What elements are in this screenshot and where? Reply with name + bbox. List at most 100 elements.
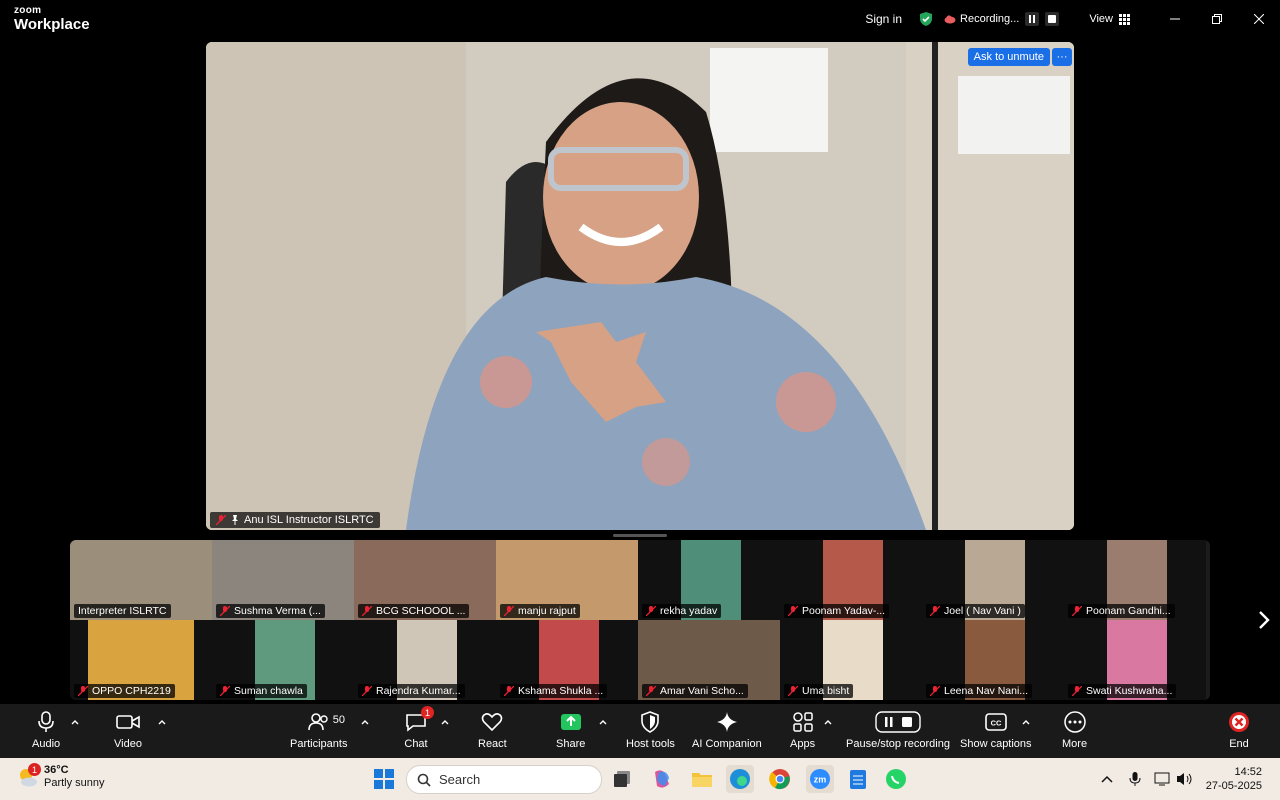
minimize-button[interactable]: [1154, 0, 1196, 38]
copilot-icon: [655, 770, 669, 788]
participants-options-chevron-icon[interactable]: [360, 718, 370, 726]
tray-volume[interactable]: [1176, 770, 1194, 788]
sign-in-link[interactable]: Sign in: [865, 12, 902, 26]
react-button[interactable]: React: [478, 710, 507, 750]
muted-mic-icon: [216, 515, 226, 525]
captions-options-chevron-icon[interactable]: [1021, 718, 1031, 726]
muted-mic-icon: [788, 606, 798, 616]
participant-tile[interactable]: Rajendra Kumar...: [354, 620, 496, 700]
tray-network[interactable]: [1154, 770, 1172, 788]
next-page-arrow-icon[interactable]: [1256, 608, 1272, 632]
share-button[interactable]: Share: [556, 710, 585, 750]
tray-microphone[interactable]: [1126, 770, 1144, 788]
participant-name: manju rajput: [500, 604, 580, 618]
video-more-options-button[interactable]: ···: [1052, 48, 1072, 66]
video-button[interactable]: Video: [114, 710, 142, 750]
participant-tile[interactable]: Swati Kushwaha...: [1064, 620, 1206, 700]
pause-recording-icon[interactable]: [1025, 12, 1040, 26]
restore-icon: [1212, 14, 1222, 24]
end-meeting-button[interactable]: End: [1227, 710, 1251, 750]
zoom-app[interactable]: zm: [806, 765, 834, 793]
participant-tile[interactable]: Uma bisht: [780, 620, 922, 700]
participant-tile[interactable]: manju rajput: [496, 540, 638, 620]
edge-icon: [730, 769, 750, 789]
close-window-button[interactable]: [1238, 0, 1280, 38]
participants-button[interactable]: 50 Participants: [290, 710, 347, 750]
chat-button[interactable]: 1 Chat: [404, 706, 434, 750]
show-hidden-icons-chevron[interactable]: [1098, 770, 1116, 788]
whatsapp-app[interactable]: [882, 765, 910, 793]
clock-date: 27-05-2025: [1205, 780, 1262, 792]
chat-badge: 1: [421, 706, 434, 719]
muted-mic-icon: [1072, 686, 1082, 696]
copilot-app[interactable]: [648, 765, 676, 793]
meeting-toolbar: Audio Video 50 Participants 1 Chat React…: [0, 704, 1280, 758]
pause-stop-recording-button[interactable]: Pause/stop recording: [846, 710, 950, 750]
participant-tile[interactable]: Leena Nav Nani...: [922, 620, 1064, 700]
participant-tile[interactable]: BCG SCHOOOL ...: [354, 540, 496, 620]
muted-mic-icon: [504, 606, 514, 616]
windows-taskbar: 1 36°C Partly sunny Search zm 14:52 27-0…: [0, 758, 1280, 800]
share-screen-icon: [560, 714, 581, 730]
participant-name: Poonam Yadav-...: [784, 604, 890, 618]
chat-options-chevron-icon[interactable]: [440, 718, 450, 726]
audio-options-chevron-icon[interactable]: [70, 718, 80, 726]
muted-mic-icon: [930, 686, 940, 696]
active-speaker-video[interactable]: Ask to unmute ··· Anu ISL Instructor ISL…: [206, 42, 1074, 530]
participant-name-text: Uma bisht: [802, 685, 850, 697]
apps-options-chevron-icon[interactable]: [823, 718, 833, 726]
tray-microphone-icon: [1129, 772, 1141, 786]
participant-tile[interactable]: Sushma Verma (...: [212, 540, 354, 620]
weather-widget[interactable]: 1 36°C Partly sunny: [16, 763, 105, 790]
restore-button[interactable]: [1196, 0, 1238, 38]
participant-tile[interactable]: OPPO CPH2219: [70, 620, 212, 700]
taskbar-search-box[interactable]: Search: [406, 765, 602, 794]
recording-indicator[interactable]: Recording...: [944, 12, 1060, 26]
resize-handle[interactable]: [613, 534, 667, 537]
participant-tile[interactable]: Poonam Gandhi...: [1064, 540, 1206, 620]
participant-tile[interactable]: Suman chawla: [212, 620, 354, 700]
participant-name: Interpreter ISLRTC: [74, 604, 171, 618]
participant-tile[interactable]: Kshama Shukla ...: [496, 620, 638, 700]
view-button[interactable]: View: [1089, 13, 1130, 25]
edge-app[interactable]: [726, 765, 754, 793]
taskbar-clock[interactable]: 14:52 27-05-2025: [1206, 765, 1262, 793]
svg-text:CC: CC: [990, 719, 1001, 728]
stop-recording-icon[interactable]: [1045, 12, 1060, 26]
task-view-button[interactable]: [608, 765, 636, 793]
encryption-shield-icon[interactable]: [918, 11, 934, 27]
apps-button[interactable]: Apps: [790, 710, 815, 750]
logo-bottom: Workplace: [14, 16, 90, 33]
start-button[interactable]: [370, 765, 398, 793]
minimize-icon: [1170, 18, 1180, 20]
zoom-logo: zoom Workplace: [14, 6, 90, 33]
file-explorer-app[interactable]: [688, 765, 716, 793]
participants-label: Participants: [290, 738, 348, 750]
ai-companion-button[interactable]: AI Companion: [692, 710, 762, 750]
share-options-chevron-icon[interactable]: [598, 718, 608, 726]
participant-name: Kshama Shukla ...: [500, 684, 608, 698]
audio-button[interactable]: Audio: [32, 710, 60, 750]
participant-tile[interactable]: Poonam Yadav-...: [780, 540, 922, 620]
participant-tile[interactable]: rekha yadav: [638, 540, 780, 620]
participant-tile[interactable]: Amar Vani Scho...: [638, 620, 780, 700]
more-button[interactable]: More: [1062, 710, 1087, 750]
svg-text:zm: zm: [814, 775, 827, 785]
chrome-app[interactable]: [766, 765, 794, 793]
video-options-chevron-icon[interactable]: [157, 718, 167, 726]
host-tools-button[interactable]: Host tools: [626, 710, 675, 750]
participant-tile[interactable]: Joel ( Nav Vani ): [922, 540, 1064, 620]
participant-name: Swati Kushwaha...: [1068, 684, 1177, 698]
show-captions-button[interactable]: CC Show captions: [960, 710, 1032, 750]
ask-to-unmute-button[interactable]: Ask to unmute: [967, 48, 1050, 66]
participant-tile[interactable]: Interpreter ISLRTC: [70, 540, 212, 620]
speaker-name-label: Anu ISL Instructor ISLRTC: [210, 512, 380, 528]
chrome-icon: [769, 769, 790, 790]
volume-icon: [1177, 773, 1192, 785]
sparkle-icon: [716, 712, 737, 732]
search-placeholder: Search: [439, 772, 481, 787]
muted-mic-icon: [646, 686, 656, 696]
microphone-icon: [38, 711, 54, 732]
participant-name-text: BCG SCHOOOL ...: [376, 605, 466, 617]
notepad-app[interactable]: [844, 765, 872, 793]
